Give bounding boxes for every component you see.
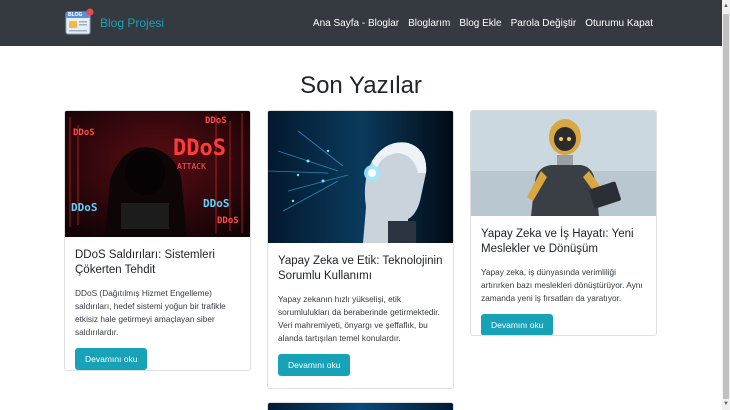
post-card: Yapay Zeka ve Etik: Teknolojinin Sorumlu… [267, 110, 454, 389]
robot-with-tablet-image [471, 111, 656, 216]
read-more-button[interactable]: Devamını oku [75, 348, 148, 370]
nav-link-home[interactable]: Ana Sayfa - Bloglar [313, 18, 399, 29]
card-body: Yapay Zeka ve Etik: Teknolojinin Sorumlu… [268, 243, 453, 386]
post-summary: Yapay zekanın hızlı yükselişi, etik soru… [278, 294, 440, 343]
svg-text:DDoS: DDoS [203, 197, 230, 210]
svg-text:ATTACK: ATTACK [177, 162, 206, 171]
svg-text:DDoS: DDoS [205, 116, 227, 126]
scroll-up-arrow-icon[interactable]: ▲ [723, 2, 729, 10]
post-title[interactable]: DDoS Saldırıları: Sistemleri Çökerten Te… [75, 248, 240, 278]
post-card-partial [267, 402, 454, 410]
navbar: BLOG Blog Projesi Ana Sayfa - Bloglar Bl… [0, 0, 722, 46]
brand[interactable]: BLOG Blog Projesi [64, 7, 164, 39]
post-summary: Yapay zeka, iş dünyasında verimliliği ar… [481, 267, 643, 303]
post-summary: DDoS (Dağıtılmış Hizmet Engelleme) saldı… [75, 288, 226, 337]
card-body: Yapay Zeka ve İş Hayatı: Yeni Meslekler … [471, 216, 656, 335]
page-title: Son Yazılar [300, 72, 422, 99]
post-title[interactable]: Yapay Zeka ve Etik: Teknolojinin Sorumlu… [278, 254, 443, 284]
svg-text:DDoS: DDoS [173, 136, 226, 161]
nav-link-change-password[interactable]: Parola Değiştir [511, 18, 577, 29]
svg-text:DDoS: DDoS [217, 216, 239, 226]
svg-text:DDoS: DDoS [73, 128, 95, 138]
ai-robot-head-image [268, 111, 453, 243]
post-card: Yapay Zeka ve İş Hayatı: Yeni Meslekler … [470, 110, 657, 336]
nav-link-my-blogs[interactable]: Bloglarım [408, 18, 450, 29]
page-scrollbar[interactable]: ▲ ▼ [722, 0, 730, 410]
brand-name: Blog Projesi [100, 16, 165, 30]
read-more-button[interactable]: Devamını oku [481, 314, 554, 335]
nav-link-logout[interactable]: Oturumu Kapat [585, 18, 653, 29]
blog-logo-icon: BLOG [64, 8, 94, 38]
card-body: DDoS Saldırıları: Sistemleri Çökerten Te… [65, 237, 250, 370]
logo-text: BLOG [68, 12, 83, 18]
post-title[interactable]: Yapay Zeka ve İş Hayatı: Yeni Meslekler … [481, 227, 646, 257]
scroll-down-arrow-icon[interactable]: ▼ [723, 400, 729, 408]
post-card: DDoS ATTACK DDoS DDoS DDoS DDoS DDoS DDo… [64, 110, 251, 371]
nav-links: Ana Sayfa - Bloglar Bloglarım Blog Ekle … [313, 0, 653, 46]
svg-text:DDoS: DDoS [71, 201, 98, 214]
nav-link-add-blog[interactable]: Blog Ekle [459, 18, 501, 29]
read-more-button[interactable]: Devamını oku [278, 354, 351, 376]
post-image-partial [268, 403, 453, 410]
ddos-attack-image: DDoS ATTACK DDoS DDoS DDoS DDoS DDoS [65, 111, 250, 237]
scroll-thumb[interactable] [723, 14, 729, 399]
